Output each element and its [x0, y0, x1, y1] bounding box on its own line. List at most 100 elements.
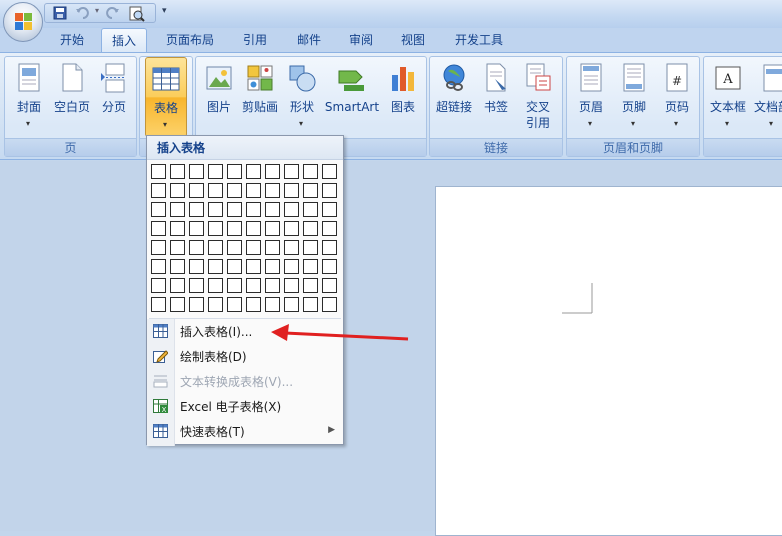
page-break-button[interactable]: 分页	[95, 57, 133, 137]
redo-icon[interactable]	[105, 6, 121, 20]
grid-cell[interactable]	[246, 164, 261, 179]
grid-cell[interactable]	[151, 240, 166, 255]
grid-cell[interactable]	[322, 183, 337, 198]
grid-cell[interactable]	[322, 221, 337, 236]
grid-cell[interactable]	[227, 297, 242, 312]
text-box-button[interactable]: A 文本框 ▾	[708, 57, 748, 137]
grid-cell[interactable]	[208, 278, 223, 293]
grid-cell[interactable]	[246, 259, 261, 274]
grid-cell[interactable]	[303, 221, 318, 236]
grid-cell[interactable]	[189, 278, 204, 293]
grid-cell[interactable]	[246, 297, 261, 312]
print-preview-icon[interactable]	[129, 6, 145, 22]
grid-cell[interactable]	[265, 297, 280, 312]
grid-cell[interactable]	[151, 164, 166, 179]
grid-cell[interactable]	[208, 164, 223, 179]
grid-cell[interactable]	[246, 221, 261, 236]
grid-cell[interactable]	[170, 278, 185, 293]
menu-item-excel-spreadsheet[interactable]: X Excel 电子表格(X)	[147, 394, 343, 419]
grid-cell[interactable]	[208, 183, 223, 198]
cover-page-button[interactable]: 封面 ▾	[9, 57, 49, 137]
grid-cell[interactable]	[151, 297, 166, 312]
grid-cell[interactable]	[151, 183, 166, 198]
table-button[interactable]: 表格 ▾	[145, 57, 187, 137]
menu-item-convert-text[interactable]: 文本转换成表格(V)...	[147, 369, 343, 394]
grid-cell[interactable]	[284, 278, 299, 293]
grid-cell[interactable]	[322, 164, 337, 179]
grid-cell[interactable]	[322, 278, 337, 293]
grid-cell[interactable]	[265, 202, 280, 217]
grid-cell[interactable]	[284, 221, 299, 236]
grid-cell[interactable]	[303, 202, 318, 217]
grid-cell[interactable]	[322, 240, 337, 255]
grid-cell[interactable]	[246, 240, 261, 255]
tab-mailings[interactable]: 邮件	[288, 28, 330, 52]
picture-button[interactable]: 图片	[202, 57, 236, 137]
grid-cell[interactable]	[189, 183, 204, 198]
grid-cell[interactable]	[265, 278, 280, 293]
save-icon[interactable]	[53, 6, 69, 20]
tab-home[interactable]: 开始	[50, 28, 94, 52]
grid-cell[interactable]	[265, 240, 280, 255]
grid-cell[interactable]	[227, 259, 242, 274]
clip-art-button[interactable]: 剪贴画	[240, 57, 280, 137]
grid-cell[interactable]	[284, 297, 299, 312]
shapes-button[interactable]: 形状 ▾	[285, 57, 319, 137]
grid-cell[interactable]	[151, 259, 166, 274]
grid-cell[interactable]	[208, 259, 223, 274]
grid-cell[interactable]	[284, 202, 299, 217]
grid-cell[interactable]	[189, 221, 204, 236]
grid-cell[interactable]	[170, 164, 185, 179]
grid-cell[interactable]	[303, 278, 318, 293]
blank-page-button[interactable]: 空白页	[52, 57, 92, 137]
grid-cell[interactable]	[170, 240, 185, 255]
grid-cell[interactable]	[265, 259, 280, 274]
grid-cell[interactable]	[189, 297, 204, 312]
grid-cell[interactable]	[322, 259, 337, 274]
office-button[interactable]	[3, 2, 43, 42]
grid-cell[interactable]	[284, 164, 299, 179]
grid-cell[interactable]	[208, 221, 223, 236]
undo-icon[interactable]	[75, 6, 91, 20]
grid-cell[interactable]	[170, 259, 185, 274]
grid-cell[interactable]	[170, 297, 185, 312]
grid-cell[interactable]	[265, 183, 280, 198]
grid-cell[interactable]	[265, 221, 280, 236]
grid-cell[interactable]	[322, 202, 337, 217]
tab-insert[interactable]: 插入	[101, 28, 147, 52]
cross-reference-button[interactable]: 交叉 引用	[518, 57, 558, 137]
grid-cell[interactable]	[189, 240, 204, 255]
grid-cell[interactable]	[151, 202, 166, 217]
grid-cell[interactable]	[303, 164, 318, 179]
grid-cell[interactable]	[265, 164, 280, 179]
footer-button[interactable]: 页脚 ▾	[614, 57, 654, 137]
grid-cell[interactable]	[303, 183, 318, 198]
grid-cell[interactable]	[170, 183, 185, 198]
grid-cell[interactable]	[284, 183, 299, 198]
grid-cell[interactable]	[208, 202, 223, 217]
grid-cell[interactable]	[303, 259, 318, 274]
grid-cell[interactable]	[170, 221, 185, 236]
grid-cell[interactable]	[227, 164, 242, 179]
grid-cell[interactable]	[227, 278, 242, 293]
grid-cell[interactable]	[322, 297, 337, 312]
bookmark-button[interactable]: 书签	[478, 57, 514, 137]
tab-review[interactable]: 审阅	[340, 28, 382, 52]
tab-references[interactable]: 引用	[234, 28, 276, 52]
grid-cell[interactable]	[151, 278, 166, 293]
page-number-button[interactable]: # 页码 ▾	[657, 57, 697, 137]
grid-cell[interactable]	[227, 240, 242, 255]
grid-cell[interactable]	[189, 164, 204, 179]
quick-parts-button[interactable]: 文档部 ▾	[752, 57, 782, 137]
menu-item-quick-tables[interactable]: 快速表格(T) ▶	[147, 419, 343, 444]
grid-cell[interactable]	[208, 297, 223, 312]
grid-cell[interactable]	[189, 259, 204, 274]
chart-button[interactable]: 图表	[384, 57, 422, 137]
grid-cell[interactable]	[284, 259, 299, 274]
grid-cell[interactable]	[208, 240, 223, 255]
tab-view[interactable]: 视图	[392, 28, 434, 52]
grid-cell[interactable]	[189, 202, 204, 217]
customize-qat-icon[interactable]: ▾	[162, 6, 167, 16]
header-button[interactable]: 页眉 ▾	[571, 57, 611, 137]
grid-cell[interactable]	[227, 202, 242, 217]
